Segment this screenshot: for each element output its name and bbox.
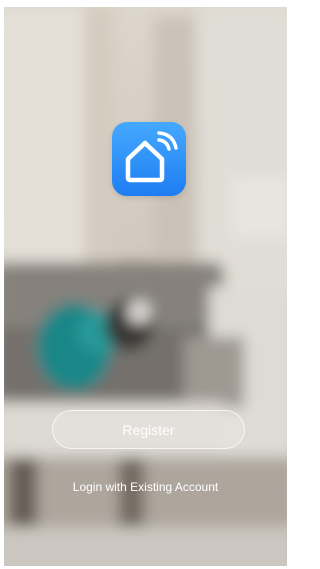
app-logo bbox=[112, 122, 186, 196]
app-screen: Register Login with Existing Account bbox=[4, 7, 287, 566]
login-existing-account-link[interactable]: Login with Existing Account bbox=[4, 479, 287, 495]
smart-home-wifi-icon bbox=[125, 131, 178, 183]
register-button[interactable]: Register bbox=[52, 410, 245, 449]
